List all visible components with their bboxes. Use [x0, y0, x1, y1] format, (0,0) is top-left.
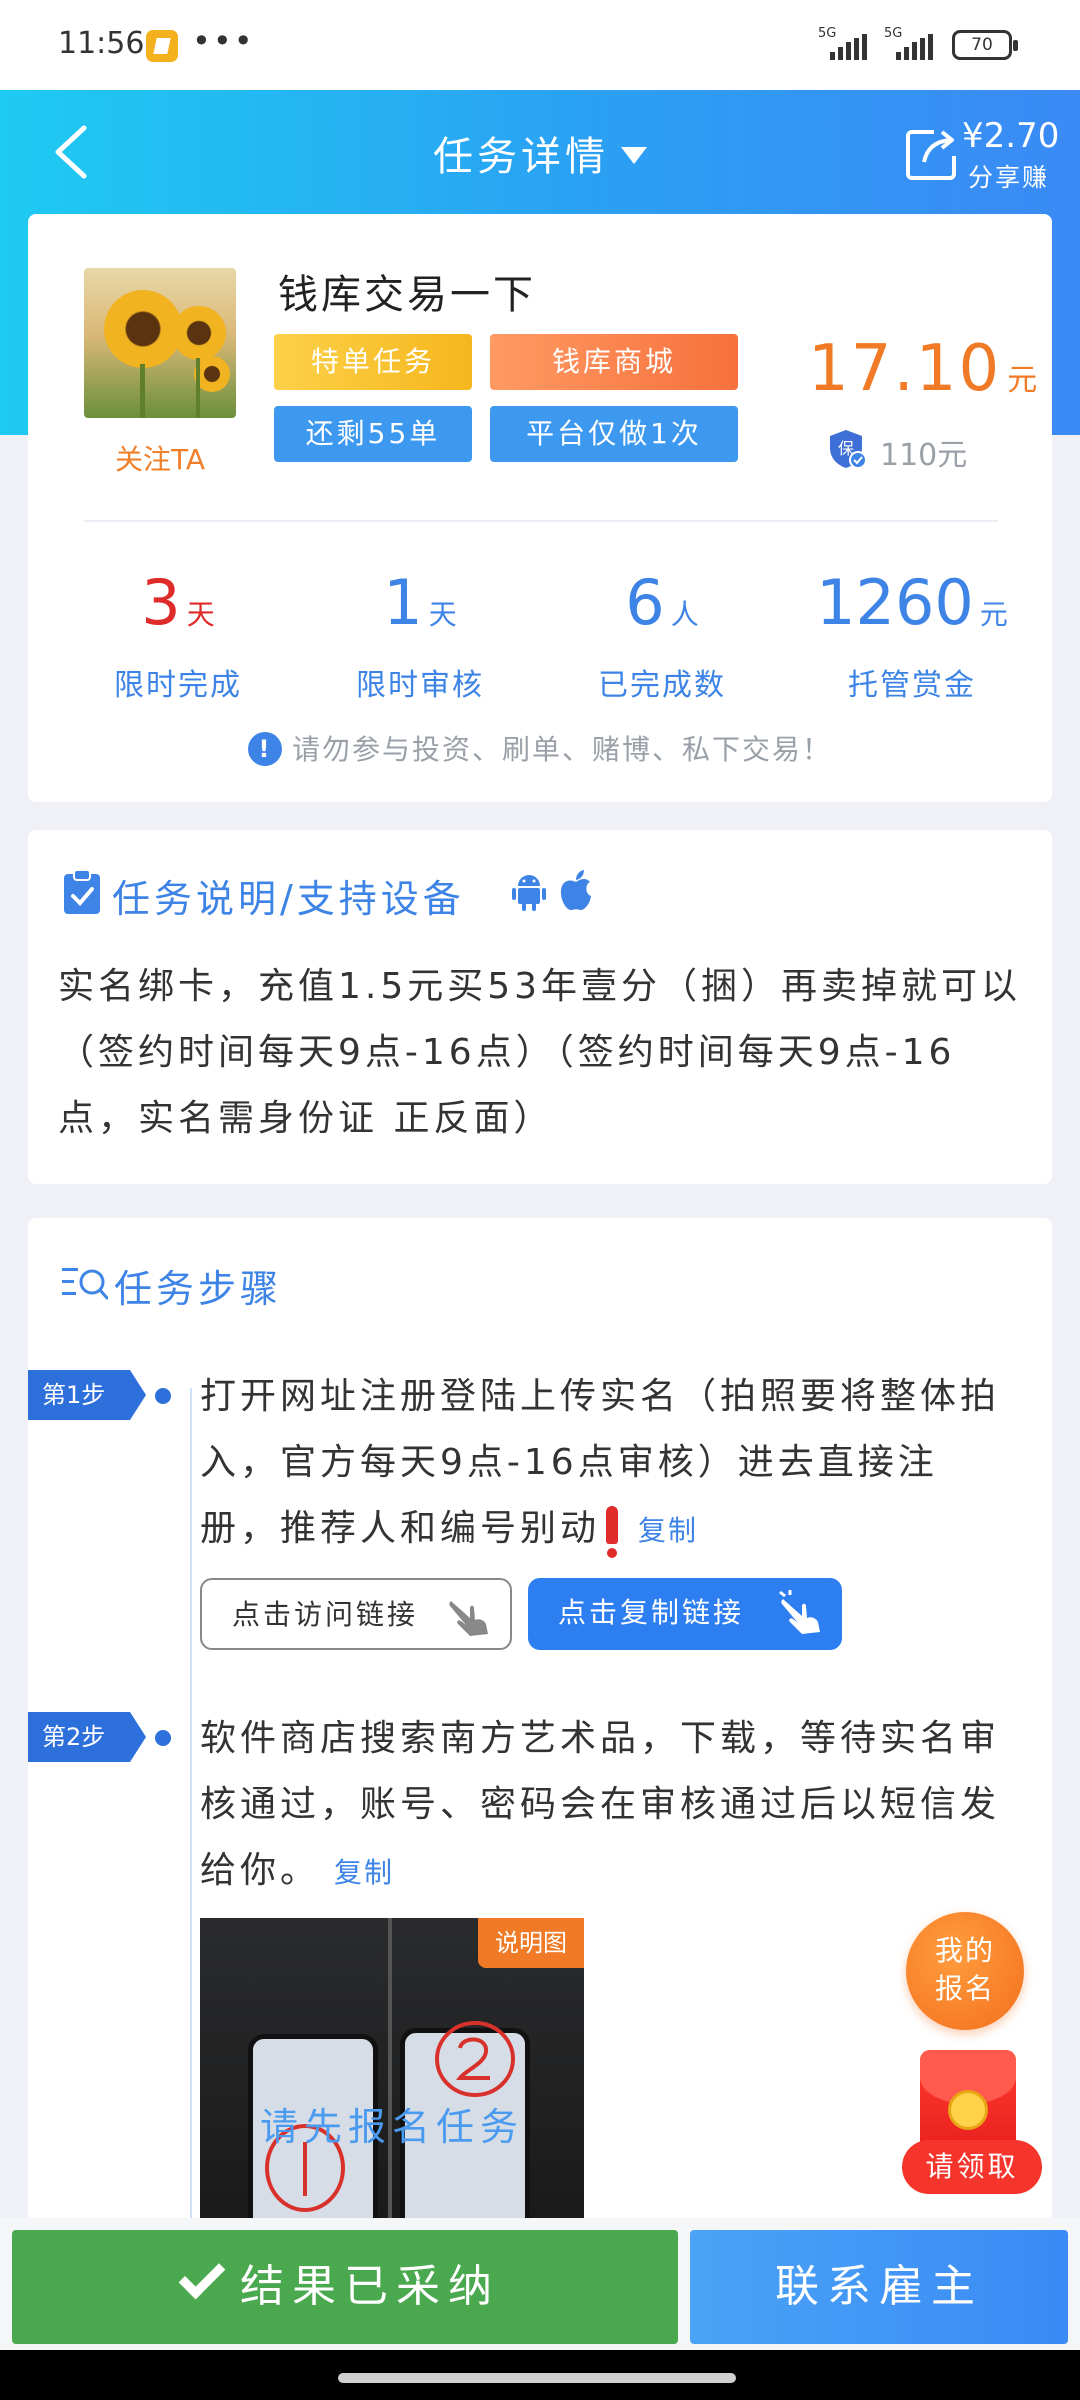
result-accepted-button[interactable]: 结果已采纳 — [12, 2230, 678, 2344]
task-name: 钱库交易一下 — [278, 272, 536, 318]
stat-value: 1 — [383, 566, 423, 639]
contact-employer-button[interactable]: 联系雇主 — [690, 2230, 1068, 2344]
step-2-content: 软件商店搜索南方艺术品，下载，等待实名审核通过，账号、密码会在审核通过后以短信发… — [200, 1718, 1001, 1891]
steps-list-search-icon — [62, 1268, 108, 1300]
step-2-dot — [155, 1730, 171, 1746]
notification-app-icon — [146, 30, 178, 62]
copy-link-button[interactable]: 点击复制链接 — [528, 1578, 842, 1650]
step-1-badge: 第1步 — [28, 1370, 146, 1420]
check-icon — [178, 2252, 226, 2300]
tag-store: 钱库商城 — [490, 334, 738, 390]
pointing-hand-icon — [779, 1590, 820, 1634]
result-accepted-label: 结果已采纳 — [240, 2261, 500, 2312]
stat-completed-count: 6人 已完成数 — [542, 564, 782, 704]
tag-once-only: 平台仅做1次 — [490, 406, 738, 462]
steps-title: 任务步骤 — [114, 1267, 283, 1311]
stat-escrow-reward: 1260 元 托管赏金 — [792, 564, 1032, 704]
stat-label: 限时审核 — [356, 668, 484, 703]
step-1-content: 打开网址注册登陆上传实名（拍照要将整体拍入，官方每天9点-16点审核）进去直接注… — [200, 1376, 1001, 1549]
battery-level: 70 — [971, 35, 993, 55]
bottom-action-bar: 结果已采纳 联系雇主 — [0, 2218, 1080, 2350]
safety-warning: ! 请勿参与投资、刷单、赌博、私下交易！ — [28, 728, 1052, 768]
home-indicator[interactable] — [338, 2373, 736, 2383]
signal-strength-icon-2 — [896, 34, 938, 60]
step-1-copy-link[interactable]: 复制 — [638, 1514, 698, 1547]
step-2-copy-link[interactable]: 复制 — [334, 1856, 394, 1889]
stat-unit: 元 — [979, 598, 1008, 631]
image-label: 说明图 — [478, 1918, 584, 1968]
android-icon — [512, 875, 546, 911]
pointing-hand-icon — [449, 1601, 488, 1636]
task-info-card: 关注TA 钱库交易一下 特单任务 钱库商城 还剩55单 平台仅做1次 17.10… — [28, 214, 1052, 802]
task-description-card: 任务说明/支持设备 实名绑卡，充值1.5元买53年壹分（捆）再卖掉就可以（签约时… — [28, 830, 1052, 1184]
warning-text: 请勿参与投资、刷单、赌博、私下交易！ — [291, 733, 832, 766]
share-icon[interactable] — [904, 126, 958, 182]
info-icon: ! — [247, 732, 282, 766]
stat-label: 托管赏金 — [848, 668, 976, 703]
stat-finish-limit: 3天 限时完成 — [58, 564, 298, 704]
description-title: 任务说明/支持设备 — [112, 877, 465, 921]
publisher-avatar[interactable] — [84, 268, 236, 418]
step-1-text: 打开网址注册登陆上传实名（拍照要将整体拍入，官方每天9点-16点审核）进去直接注… — [200, 1364, 1010, 1564]
guarantee-amount: 110元 — [880, 438, 968, 473]
step-2-text: 软件商店搜索南方艺术品，下载，等待实名审核通过，账号、密码会在审核通过后以短信发… — [200, 1706, 1010, 1906]
stat-value: 3 — [141, 566, 181, 639]
my-signup-label-2: 报名 — [934, 1972, 995, 2005]
stat-value: 1260 — [816, 566, 974, 639]
share-reward-label[interactable]: 分享赚 — [968, 158, 1049, 194]
steps-timeline — [190, 1388, 192, 2228]
task-price: 17.10 元 — [808, 332, 1039, 406]
signal-strength-icon — [830, 34, 868, 60]
stat-label: 已完成数 — [598, 668, 726, 703]
page-title-text: 任务详情 — [433, 134, 609, 180]
stat-review-limit: 1天 限时审核 — [300, 564, 540, 704]
apple-icon — [560, 870, 591, 911]
step-2-badge: 第2步 — [28, 1712, 146, 1762]
stat-value: 6 — [625, 566, 665, 639]
stat-unit: 天 — [186, 598, 215, 631]
my-signup-label-1: 我的 — [934, 1934, 995, 1967]
my-signup-button[interactable]: 我的 报名 — [906, 1912, 1024, 2030]
copy-link-label: 点击复制链接 — [558, 1596, 745, 1629]
step-1-dot — [155, 1388, 171, 1404]
battery-icon: 70 — [952, 30, 1018, 60]
step-2-instruction-image[interactable]: 说明图 请先报名任务 — [200, 1918, 584, 2218]
guarantee-shield-icon: 保 — [830, 430, 867, 469]
visit-link-label: 点击访问链接 — [232, 1598, 419, 1631]
visit-link-button[interactable]: 点击访问链接 — [200, 1578, 512, 1650]
stat-label: 限时完成 — [114, 668, 242, 703]
stat-unit: 天 — [428, 598, 457, 631]
more-notifications-icon: ••• — [192, 22, 255, 60]
dropdown-caret-icon — [621, 147, 647, 164]
follow-button[interactable]: 关注TA — [84, 438, 236, 478]
price-unit: 元 — [1007, 363, 1040, 398]
tag-remaining: 还剩55单 — [274, 406, 472, 462]
status-time: 11:56 — [58, 26, 145, 61]
tag-special-task: 特单任务 — [274, 334, 472, 390]
stat-unit: 人 — [670, 598, 699, 631]
circled-number-2-mark — [435, 2021, 515, 2097]
claim-red-packet-button[interactable]: 请领取 — [902, 2140, 1042, 2194]
status-bar: 11:56 ••• 5G 5G 70 — [0, 0, 1080, 90]
exclamation-icon — [606, 1506, 619, 1558]
description-text: 实名绑卡，充值1.5元买53年壹分（捆）再卖掉就可以（签约时间每天9点-16点）… — [58, 966, 1022, 1139]
price-value: 17.10 — [808, 332, 1002, 406]
clipboard-icon — [64, 869, 100, 914]
share-reward-amount[interactable]: ¥2.70 — [962, 116, 1059, 156]
signup-first-overlay: 请先报名任务 — [259, 2105, 524, 2149]
divider — [84, 520, 998, 522]
